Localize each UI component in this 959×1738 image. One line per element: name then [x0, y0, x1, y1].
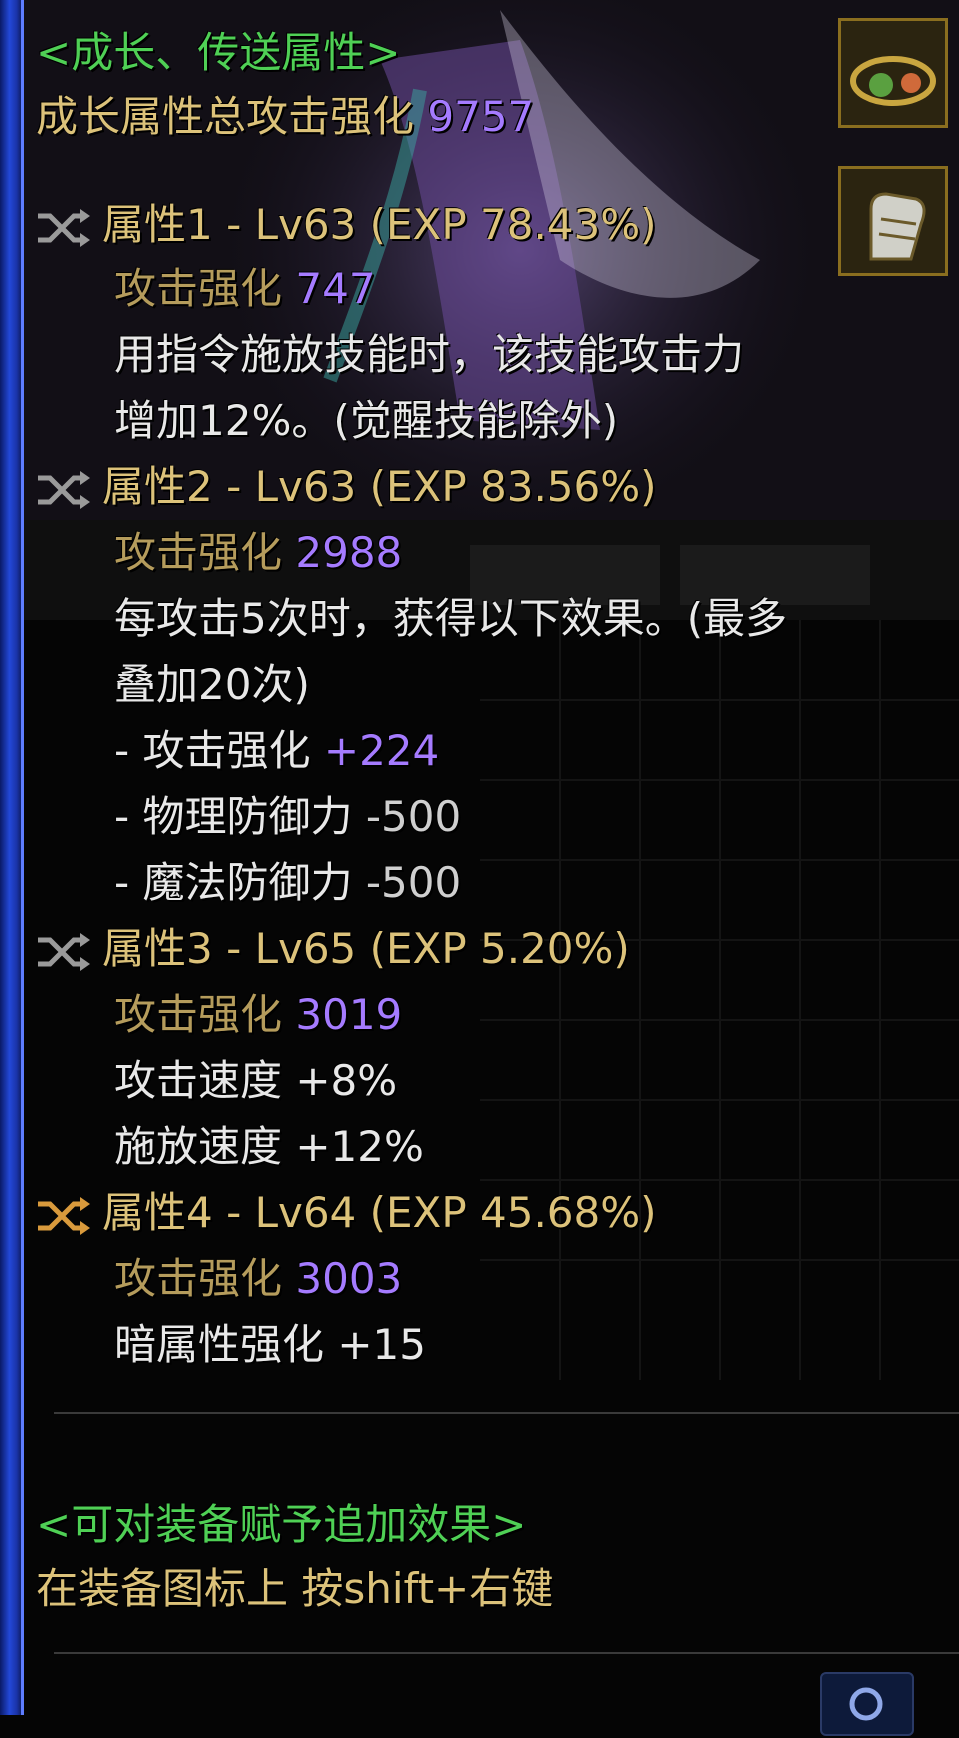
attribute-2-effect-3-value: -500 [365, 858, 462, 907]
section-title-growth: <成长、传送属性> [36, 28, 401, 77]
attribute-3-attack-row: 攻击强化 3019 [114, 990, 402, 1040]
attribute-2-attack-row: 攻击强化 2988 [114, 528, 402, 578]
attribute-2-attack-value: 2988 [295, 528, 403, 577]
total-attack-label: 成长属性总攻击强化 [36, 92, 415, 141]
shuffle-icon[interactable] [36, 1196, 96, 1236]
shuffle-icon[interactable] [36, 470, 96, 510]
attribute-2-effect-3: - 魔法防御力 -500 [114, 858, 461, 908]
attribute-2-header: 属性2 - Lv63 (EXP 83.56%) [36, 462, 657, 512]
attribute-2-desc-line-2: 叠加20次) [114, 660, 310, 709]
tooltip-divider [54, 1412, 959, 1414]
attribute-3-attack-value: 3019 [295, 990, 403, 1039]
attribute-4-title: 属性4 - Lv64 (EXP 45.68%) [102, 1188, 657, 1237]
section-title-enchant: <可对装备赋予追加效果> [36, 1500, 527, 1549]
shuffle-icon[interactable] [36, 208, 96, 248]
attribute-4-header: 属性4 - Lv64 (EXP 45.68%) [36, 1188, 657, 1238]
attribute-2-effect-2-value: -500 [365, 792, 462, 841]
attribute-1-attack-row: 攻击强化 747 [114, 264, 376, 314]
attribute-1-attack-value: 747 [295, 264, 376, 313]
attribute-2-effect-1: - 攻击强化 +224 [114, 726, 439, 776]
attribute-4-stat-1: 暗属性强化 +15 [114, 1320, 426, 1369]
attribute-3-stat-2: 施放速度 +12% [114, 1122, 424, 1171]
search-button[interactable] [820, 1672, 914, 1736]
attribute-1-header: 属性1 - Lv63 (EXP 78.43%) [36, 200, 657, 250]
enchant-instruction: 在装备图标上 按shift+右键 [36, 1564, 554, 1613]
attribute-3-header: 属性3 - Lv65 (EXP 5.20%) [36, 924, 630, 974]
total-attack-row: 成长属性总攻击强化 9757 [36, 92, 534, 142]
attribute-2-attack-label: 攻击强化 [114, 528, 283, 577]
attribute-2-title: 属性2 - Lv63 (EXP 83.56%) [102, 462, 657, 511]
attribute-2-desc-line-1: 每攻击5次时，获得以下效果。(最多 [114, 594, 788, 643]
attribute-2-effect-1-label: - 攻击强化 [114, 726, 311, 775]
shuffle-icon[interactable] [36, 932, 96, 972]
attribute-4-attack-label: 攻击强化 [114, 1254, 283, 1303]
window-left-border [0, 0, 24, 1715]
attribute-2-effect-1-value: +224 [323, 726, 440, 775]
attribute-4-attack-value: 3003 [295, 1254, 403, 1303]
tooltip-divider [54, 1652, 959, 1654]
search-icon [849, 1687, 883, 1721]
attribute-2-effect-2: - 物理防御力 -500 [114, 792, 461, 842]
item-tooltip: <成长、传送属性> 成长属性总攻击强化 9757 属性1 - Lv63 (EXP… [24, 0, 959, 1715]
attribute-1-desc-line-2: 增加12%。(觉醒技能除外) [114, 396, 619, 445]
attribute-1-desc-line-1: 用指令施放技能时，该技能攻击力 [114, 330, 745, 379]
total-attack-value: 9757 [427, 92, 535, 141]
attribute-2-effect-3-label: - 魔法防御力 [114, 858, 353, 907]
attribute-2-effect-2-label: - 物理防御力 [114, 792, 353, 841]
attribute-1-attack-label: 攻击强化 [114, 264, 283, 313]
attribute-1-title: 属性1 - Lv63 (EXP 78.43%) [102, 200, 657, 249]
attribute-4-attack-row: 攻击强化 3003 [114, 1254, 402, 1304]
attribute-3-title: 属性3 - Lv65 (EXP 5.20%) [102, 924, 630, 973]
attribute-3-attack-label: 攻击强化 [114, 990, 283, 1039]
attribute-3-stat-1: 攻击速度 +8% [114, 1056, 398, 1105]
